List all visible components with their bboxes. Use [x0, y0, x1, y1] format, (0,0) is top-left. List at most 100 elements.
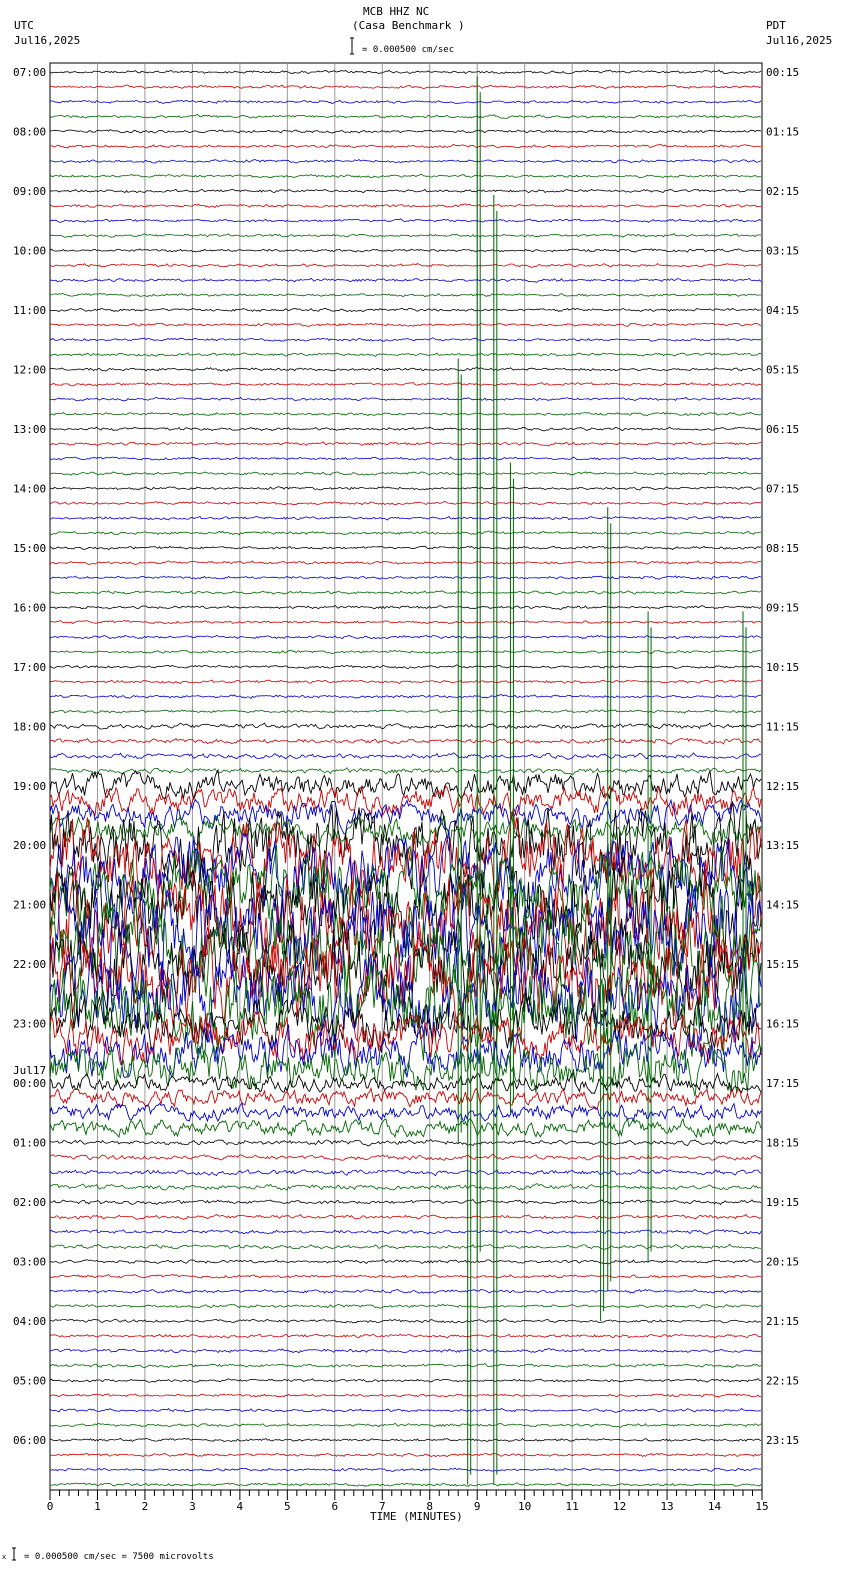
pdt-hour-label: 02:15 [766, 185, 799, 198]
seismic-trace [49, 664, 762, 669]
date-change-label: Jul17 [13, 1064, 46, 1077]
pdt-hour-label: 08:15 [766, 542, 799, 555]
pdt-hour-label: 07:15 [766, 482, 799, 495]
x-tick-label: 4 [237, 1500, 244, 1513]
utc-hour-label: 11:00 [13, 304, 46, 317]
seismic-trace [50, 1258, 762, 1265]
left-date: Jul16,2025 [14, 34, 80, 47]
pdt-hour-label: 14:15 [766, 899, 799, 912]
pdt-hour-label: 10:15 [766, 661, 799, 674]
utc-hour-label: 05:00 [13, 1375, 46, 1388]
seismic-trace [49, 545, 762, 551]
scale-bar-icon [350, 37, 354, 55]
seismic-trace [49, 486, 761, 491]
pdt-hour-label: 11:15 [766, 720, 799, 733]
seismic-trace [49, 1024, 762, 1079]
utc-hour-label: 07:00 [13, 66, 46, 79]
utc-hour-label: 10:00 [13, 244, 46, 257]
seismic-trace [49, 1102, 762, 1123]
seismic-trace [49, 114, 762, 119]
pdt-hour-label: 22:15 [766, 1375, 799, 1388]
seismic-trace [49, 1393, 762, 1398]
seismic-trace [49, 69, 762, 75]
seismic-trace [49, 173, 762, 179]
seismogram-page: MCB HHZ NC (Casa Benchmark ) UTC Jul16,2… [0, 0, 850, 1584]
pdt-hour-label: 23:15 [766, 1434, 799, 1447]
seismic-trace [49, 158, 762, 164]
utc-hour-label: 06:00 [13, 1434, 46, 1447]
seismic-trace [49, 1303, 762, 1309]
seismic-trace [49, 129, 762, 134]
seismic-trace [49, 1139, 762, 1147]
utc-hour-label: 20:00 [13, 839, 46, 852]
seismic-trace [49, 456, 762, 461]
seismic-trace [49, 262, 762, 268]
utc-hour-label: 08:00 [13, 125, 46, 138]
seismic-trace [49, 575, 762, 580]
seismic-trace [49, 1117, 762, 1139]
seismic-trace [49, 381, 762, 387]
seismic-trace [49, 784, 762, 818]
seismic-trace [49, 1153, 762, 1161]
seismic-trace [50, 233, 762, 238]
seismic-trace [49, 471, 762, 476]
x-tick-label: 2 [142, 1500, 149, 1513]
seismic-trace [50, 604, 762, 610]
seismic-trace [49, 649, 762, 655]
utc-hour-label: 14:00 [13, 482, 46, 495]
seismic-trace [49, 1198, 762, 1206]
seismic-trace [49, 218, 762, 224]
right-date: Jul16,2025 [766, 34, 832, 47]
seismic-trace [49, 1452, 762, 1458]
footer-scale-bar-icon [12, 1547, 16, 1561]
left-timezone: UTC [14, 19, 34, 32]
x-tick-label: 1 [94, 1500, 101, 1513]
scale-label: = 0.000500 cm/sec [362, 45, 454, 55]
x-tick-label: 10 [518, 1500, 531, 1513]
seismic-trace [49, 1229, 762, 1235]
seismic-trace [49, 1422, 762, 1428]
utc-hour-label: 15:00 [13, 542, 46, 555]
utc-hour-label: 18:00 [13, 720, 46, 733]
utc-hour-label: 12:00 [13, 363, 46, 376]
x-tick-label: 11 [566, 1500, 579, 1513]
x-tick-label: 0 [47, 1500, 54, 1513]
pdt-hour-label: 16:15 [766, 1018, 799, 1031]
seismic-trace [49, 1318, 762, 1324]
x-tick-label: 9 [474, 1500, 481, 1513]
seismic-trace [49, 352, 762, 357]
pdt-hour-label: 12:15 [766, 780, 799, 793]
seismic-trace [49, 709, 762, 714]
footer-scale-label: = 0.000500 cm/sec = 7500 microvolts [24, 1552, 214, 1562]
seismic-trace [49, 530, 762, 536]
utc-hour-label: 00:00 [13, 1077, 46, 1090]
seismic-trace [49, 1348, 762, 1354]
seismic-trace [50, 515, 762, 521]
seismic-trace [49, 1437, 762, 1443]
seismic-trace [49, 441, 762, 447]
footer-mark: x [2, 1553, 6, 1561]
seismic-trace [49, 1467, 762, 1472]
x-tick-label: 3 [189, 1500, 196, 1513]
seismic-trace [50, 1482, 762, 1487]
seismic-trace [49, 590, 762, 595]
seismic-trace [49, 1243, 762, 1250]
seismic-trace [49, 634, 762, 640]
pdt-hour-label: 19:15 [766, 1196, 799, 1209]
utc-hour-label: 16:00 [13, 601, 46, 614]
pdt-hour-label: 00:15 [766, 66, 799, 79]
x-tick-label: 5 [284, 1500, 291, 1513]
utc-hour-label: 19:00 [13, 780, 46, 793]
seismic-trace [49, 396, 762, 402]
utc-hour-label: 13:00 [13, 423, 46, 436]
utc-hour-label: 02:00 [13, 1196, 46, 1209]
pdt-hour-label: 06:15 [766, 423, 799, 436]
seismic-trace [49, 426, 762, 432]
x-axis-label: TIME (MINUTES) [370, 1510, 463, 1523]
seismic-trace [49, 1086, 762, 1111]
pdt-hour-label: 21:15 [766, 1315, 799, 1328]
seismic-trace [49, 248, 762, 253]
seismic-trace [49, 1333, 762, 1339]
seismic-trace [49, 694, 761, 699]
utc-hour-label: 03:00 [13, 1256, 46, 1269]
